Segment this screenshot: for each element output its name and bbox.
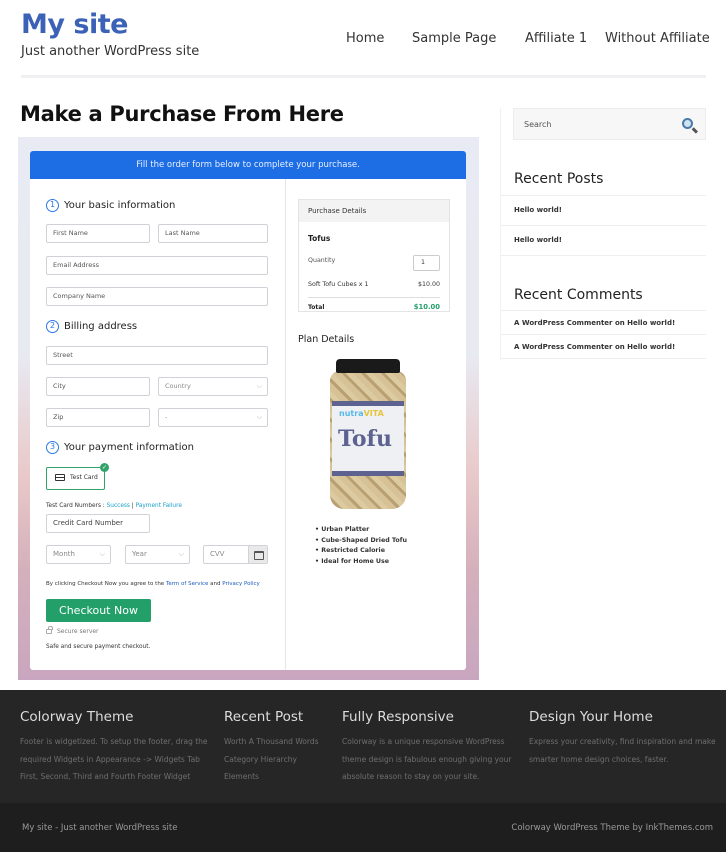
footer-post-link[interactable]: Worth A Thousand Words	[224, 733, 319, 751]
card-number-input[interactable]: Credit Card Number	[46, 514, 150, 533]
step-label: Your payment information	[64, 442, 194, 453]
step-label: Your basic information	[64, 200, 176, 211]
footer-col-title: Colorway Theme	[20, 709, 134, 725]
footer-post-link[interactable]: Category Hierarchy	[224, 751, 319, 769]
widget-divider	[500, 358, 706, 359]
widget-divider	[500, 225, 706, 226]
total-value: $10.00	[413, 303, 440, 311]
step-number-icon: 1	[46, 199, 59, 212]
last-name-input[interactable]: Last Name	[158, 224, 268, 243]
feature-list: • Urban Platter • Cube-Shaped Dried Tofu…	[315, 525, 407, 567]
quantity-label: Quantity	[308, 257, 336, 264]
feature-item: • Restricted Calorie	[315, 547, 385, 554]
line-item-price: $10.00	[417, 281, 440, 288]
test-success-link[interactable]: Success	[107, 503, 130, 509]
footer-theme-credit[interactable]: Colorway WordPress Theme by InkThemes.co…	[511, 823, 713, 833]
credit-card-icon	[55, 474, 65, 481]
form-banner: Fill the order form below to complete yo…	[30, 151, 466, 179]
checkout-now-button[interactable]: Checkout Now	[46, 599, 151, 622]
recent-comment-link[interactable]: A WordPress Commenter on Hello world!	[514, 319, 675, 327]
recent-comments-title: Recent Comments	[514, 287, 643, 303]
step-number-icon: 3	[46, 441, 59, 454]
cvv-card-icon	[248, 546, 267, 563]
widget-divider	[500, 195, 706, 196]
test-card-option[interactable]: Test Card ✓	[46, 463, 109, 490]
footer-col-links: Worth A Thousand Words Category Hierarch…	[224, 733, 319, 786]
feature-item: • Cube-Shaped Dried Tofu	[315, 536, 407, 544]
page-title: Make a Purchase From Here	[20, 102, 344, 126]
header-divider	[21, 75, 706, 78]
step-basic-info: 1 Your basic information	[46, 199, 175, 212]
total-label: Total	[308, 304, 325, 311]
search-input[interactable]: Search	[513, 108, 706, 140]
plan-details-heading: Plan Details	[298, 334, 355, 345]
recent-comment-link[interactable]: A WordPress Commenter on Hello world!	[514, 343, 675, 351]
secure-server: Secure server	[46, 626, 99, 635]
step-billing: 2 Billing address	[46, 320, 137, 333]
column-divider	[285, 179, 286, 670]
month-select[interactable]: Month	[46, 545, 111, 564]
safe-checkout-text: Safe and secure payment checkout.	[46, 644, 151, 650]
first-name-input[interactable]: First Name	[46, 224, 150, 243]
footer-col-text: Colorway is a unique responsive WordPres…	[342, 737, 512, 781]
widget-divider	[500, 255, 706, 256]
step-label: Billing address	[64, 321, 138, 332]
recent-post-link[interactable]: Hello world!	[514, 236, 562, 244]
widget-divider	[500, 334, 706, 335]
lock-icon	[46, 626, 53, 634]
year-select[interactable]: Year	[125, 545, 190, 564]
state-select[interactable]: -	[158, 408, 268, 427]
total-divider	[308, 297, 440, 298]
agreement-text: By clicking Checkout Now you agree to th…	[46, 581, 260, 587]
footer-col-title: Design Your Home	[529, 709, 653, 725]
email-input[interactable]: Email Address	[46, 256, 268, 275]
site-title[interactable]: My site	[21, 9, 128, 40]
quantity-input[interactable]: 1	[413, 255, 440, 271]
tofu-jar-image: nutraVITA Tofu	[330, 359, 406, 509]
recent-posts-title: Recent Posts	[514, 171, 604, 187]
line-item-name: Soft Tofu Cubes x 1	[308, 281, 369, 288]
footer-site-credit[interactable]: My site - Just another WordPress site	[22, 823, 177, 833]
cvv-input[interactable]: CVV	[203, 545, 268, 564]
footer-col-text: Express your creativity, find inspiratio…	[529, 737, 716, 764]
country-select[interactable]: Country	[158, 377, 268, 396]
test-card-numbers: Test Card Numbers : Success | Payment Fa…	[46, 503, 182, 509]
payment-option-label: Test Card	[70, 474, 98, 481]
feature-item: • Ideal for Home Use	[315, 557, 390, 565]
street-input[interactable]: Street	[46, 346, 268, 365]
search-icon[interactable]	[682, 118, 693, 129]
nav-home[interactable]: Home	[346, 31, 384, 46]
purchase-details-heading: Purchase Details	[299, 200, 449, 222]
checkout-form-card: Fill the order form below to complete yo…	[30, 151, 466, 670]
company-input[interactable]: Company Name	[46, 287, 268, 306]
privacy-link[interactable]: Privacy Policy	[222, 581, 259, 587]
footer-widgets: Colorway Theme Footer is widgetized. To …	[0, 690, 726, 803]
checkmark-icon: ✓	[100, 463, 109, 472]
nav-affiliate-1[interactable]: Affiliate 1	[525, 31, 587, 46]
city-input[interactable]: City	[46, 377, 150, 396]
product-name: Tofus	[308, 234, 331, 243]
site-tagline: Just another WordPress site	[21, 44, 200, 59]
test-failure-link[interactable]: Payment Failure	[136, 503, 182, 509]
feature-item: • Urban Platter	[315, 526, 370, 533]
step-payment: 3 Your payment information	[46, 441, 194, 454]
purchase-details-box: Purchase Details Tofus Quantity 1 Soft T…	[298, 199, 450, 312]
terms-link[interactable]: Term of Service	[166, 581, 208, 587]
sidebar-border	[500, 108, 501, 360]
nav-sample-page[interactable]: Sample Page	[412, 31, 496, 46]
footer-post-link[interactable]: Elements	[224, 768, 319, 786]
footer-col-title: Fully Responsive	[342, 709, 454, 725]
zip-input[interactable]: Zip	[46, 408, 150, 427]
footer-col-title: Recent Post	[224, 709, 304, 725]
nav-without-affiliate[interactable]: Without Affiliate	[605, 31, 710, 46]
recent-post-link[interactable]: Hello world!	[514, 206, 562, 214]
widget-divider	[500, 310, 706, 311]
step-number-icon: 2	[46, 320, 59, 333]
footer-bottom-bar: My site - Just another WordPress site Co…	[0, 803, 726, 852]
footer-col-text: Footer is widgetized. To setup the foote…	[20, 737, 208, 781]
